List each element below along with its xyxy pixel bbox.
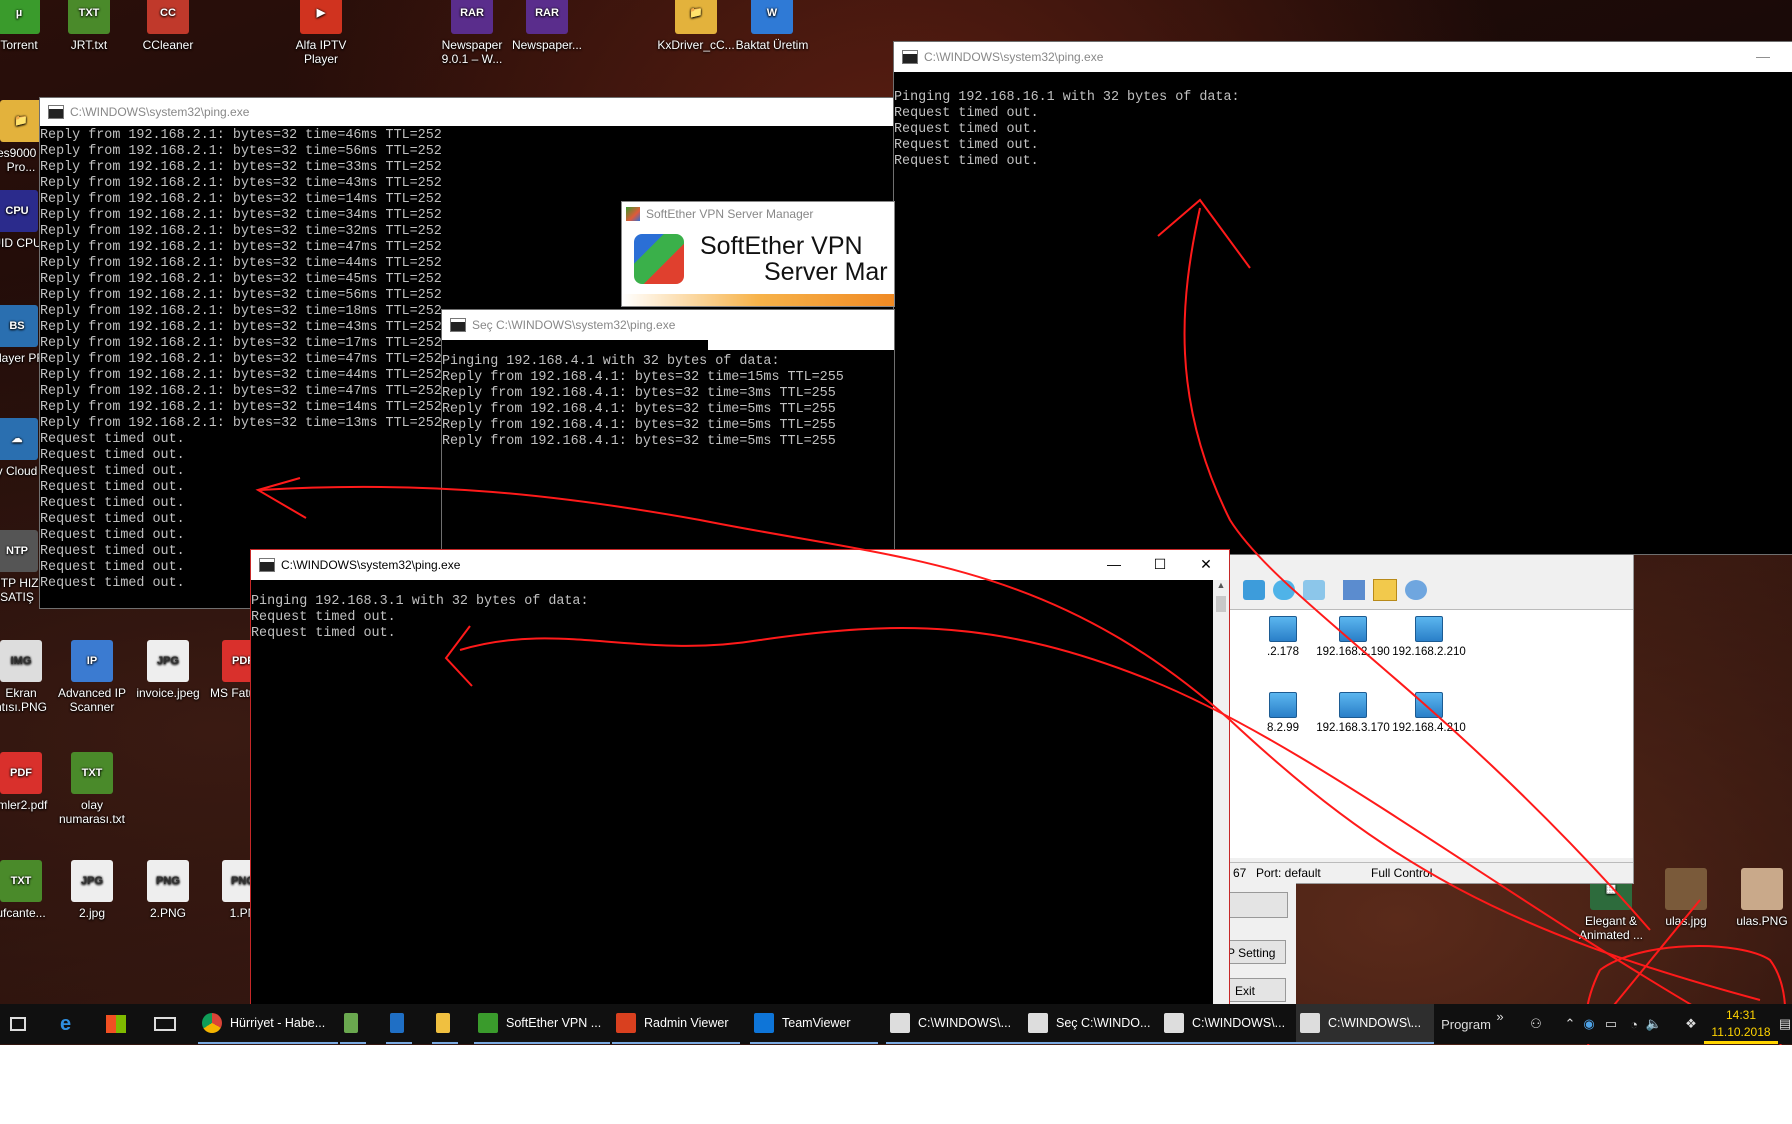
taskbar-item-chrome[interactable]: Hürriyet - Habe... xyxy=(198,1004,338,1044)
battery-icon[interactable]: ▭ xyxy=(1600,1004,1622,1044)
taskbar-item-label: Seç C:\WINDO... xyxy=(1056,1016,1151,1030)
taskbar-item-cmd2[interactable]: Seç C:\WINDO... xyxy=(1024,1004,1162,1044)
taskbar-item-cmd1[interactable]: C:\WINDOWS\... xyxy=(886,1004,1024,1044)
annotation-arrow-2 xyxy=(459,627,1701,1011)
taskbar-item-outlook[interactable] xyxy=(386,1004,412,1044)
taskbar-item-teamviewer[interactable]: TeamViewer xyxy=(750,1004,878,1044)
teamviewer-icon xyxy=(754,1013,774,1033)
annotation-layer xyxy=(255,198,1787,1045)
radmin-icon xyxy=(616,1013,636,1033)
clock[interactable]: 14:31 11.10.2018 xyxy=(1704,1007,1778,1044)
taskbar-item-label: SoftEther VPN ... xyxy=(506,1016,602,1030)
taskbar-item-label: TeamViewer xyxy=(782,1016,851,1030)
outlook-icon xyxy=(390,1013,404,1033)
chrome-icon xyxy=(202,1013,222,1033)
people-icon[interactable]: ⚇ xyxy=(1524,1004,1548,1044)
clock-date: 11.10.2018 xyxy=(1704,1024,1778,1044)
cmd3-icon xyxy=(1164,1013,1184,1033)
toolbar-chevron[interactable]: » xyxy=(1492,996,1508,1036)
notepadpp-icon xyxy=(344,1013,358,1033)
cmd1-icon xyxy=(890,1013,910,1033)
annotation-tick xyxy=(1609,899,1701,1011)
taskbar-item-softether[interactable]: SoftEther VPN ... xyxy=(474,1004,610,1044)
clock-time: 14:31 xyxy=(1725,1008,1757,1022)
desktop: µ Torrent TXT JRT.txt CC CCleaner ▶ Alfa IPTV P… xyxy=(0,0,1792,1045)
mail-button[interactable] xyxy=(154,1004,180,1044)
annotation-arrow-3 xyxy=(1183,207,1651,931)
edge-button[interactable]: e xyxy=(60,1004,86,1044)
tray-overflow-icon[interactable]: ⌃ xyxy=(1562,1004,1578,1044)
cmd2-icon xyxy=(1028,1013,1048,1033)
explorer-icon xyxy=(436,1013,450,1033)
notification-icon[interactable]: ▤ xyxy=(1778,1004,1792,1044)
taskbar-item-label: C:\WINDOWS\... xyxy=(1192,1016,1286,1030)
annotation-arrowhead-3 xyxy=(1157,198,1251,269)
annotation-arrowhead-1 xyxy=(255,477,307,519)
taskbar-item-radmin[interactable]: Radmin Viewer xyxy=(612,1004,740,1044)
taskbar-item-label: Hürriyet - Habe... xyxy=(230,1016,326,1030)
program-toolbar-label[interactable]: Program xyxy=(1436,1004,1496,1044)
mail-icon xyxy=(154,1017,176,1031)
task-view-icon xyxy=(10,1017,26,1031)
edge-icon: e xyxy=(60,1012,72,1035)
taskbar: e Hürriyet - Habe... SoftEther VPN ... Rad… xyxy=(0,1004,1792,1044)
network-icon[interactable]: ◔ xyxy=(1624,1004,1644,1044)
annotation-arrow-1 xyxy=(259,485,1761,1001)
store-icon xyxy=(106,1015,126,1033)
taskbar-item-notepadpp[interactable] xyxy=(340,1004,366,1044)
taskbar-item-label: C:\WINDOWS\... xyxy=(918,1016,1012,1030)
cmd4-icon xyxy=(1300,1013,1320,1033)
taskbar-item-cmd4[interactable]: C:\WINDOWS\... xyxy=(1296,1004,1434,1044)
taskbar-item-label: Radmin Viewer xyxy=(644,1016,729,1030)
taskbar-item-explorer[interactable] xyxy=(432,1004,458,1044)
teamviewer-tray-icon[interactable]: ◉ xyxy=(1580,1004,1598,1044)
store-button[interactable] xyxy=(106,1004,132,1044)
taskbar-item-label: C:\WINDOWS\... xyxy=(1328,1016,1422,1030)
taskbar-item-cmd3[interactable]: C:\WINDOWS\... xyxy=(1160,1004,1298,1044)
softether-icon xyxy=(478,1013,498,1033)
task-view-button[interactable] xyxy=(10,1004,36,1044)
volume-icon[interactable]: 🔈 xyxy=(1644,1004,1664,1044)
dropbox-icon[interactable]: ❖ xyxy=(1682,1004,1700,1044)
annotation-arrowhead-2 xyxy=(444,625,473,687)
